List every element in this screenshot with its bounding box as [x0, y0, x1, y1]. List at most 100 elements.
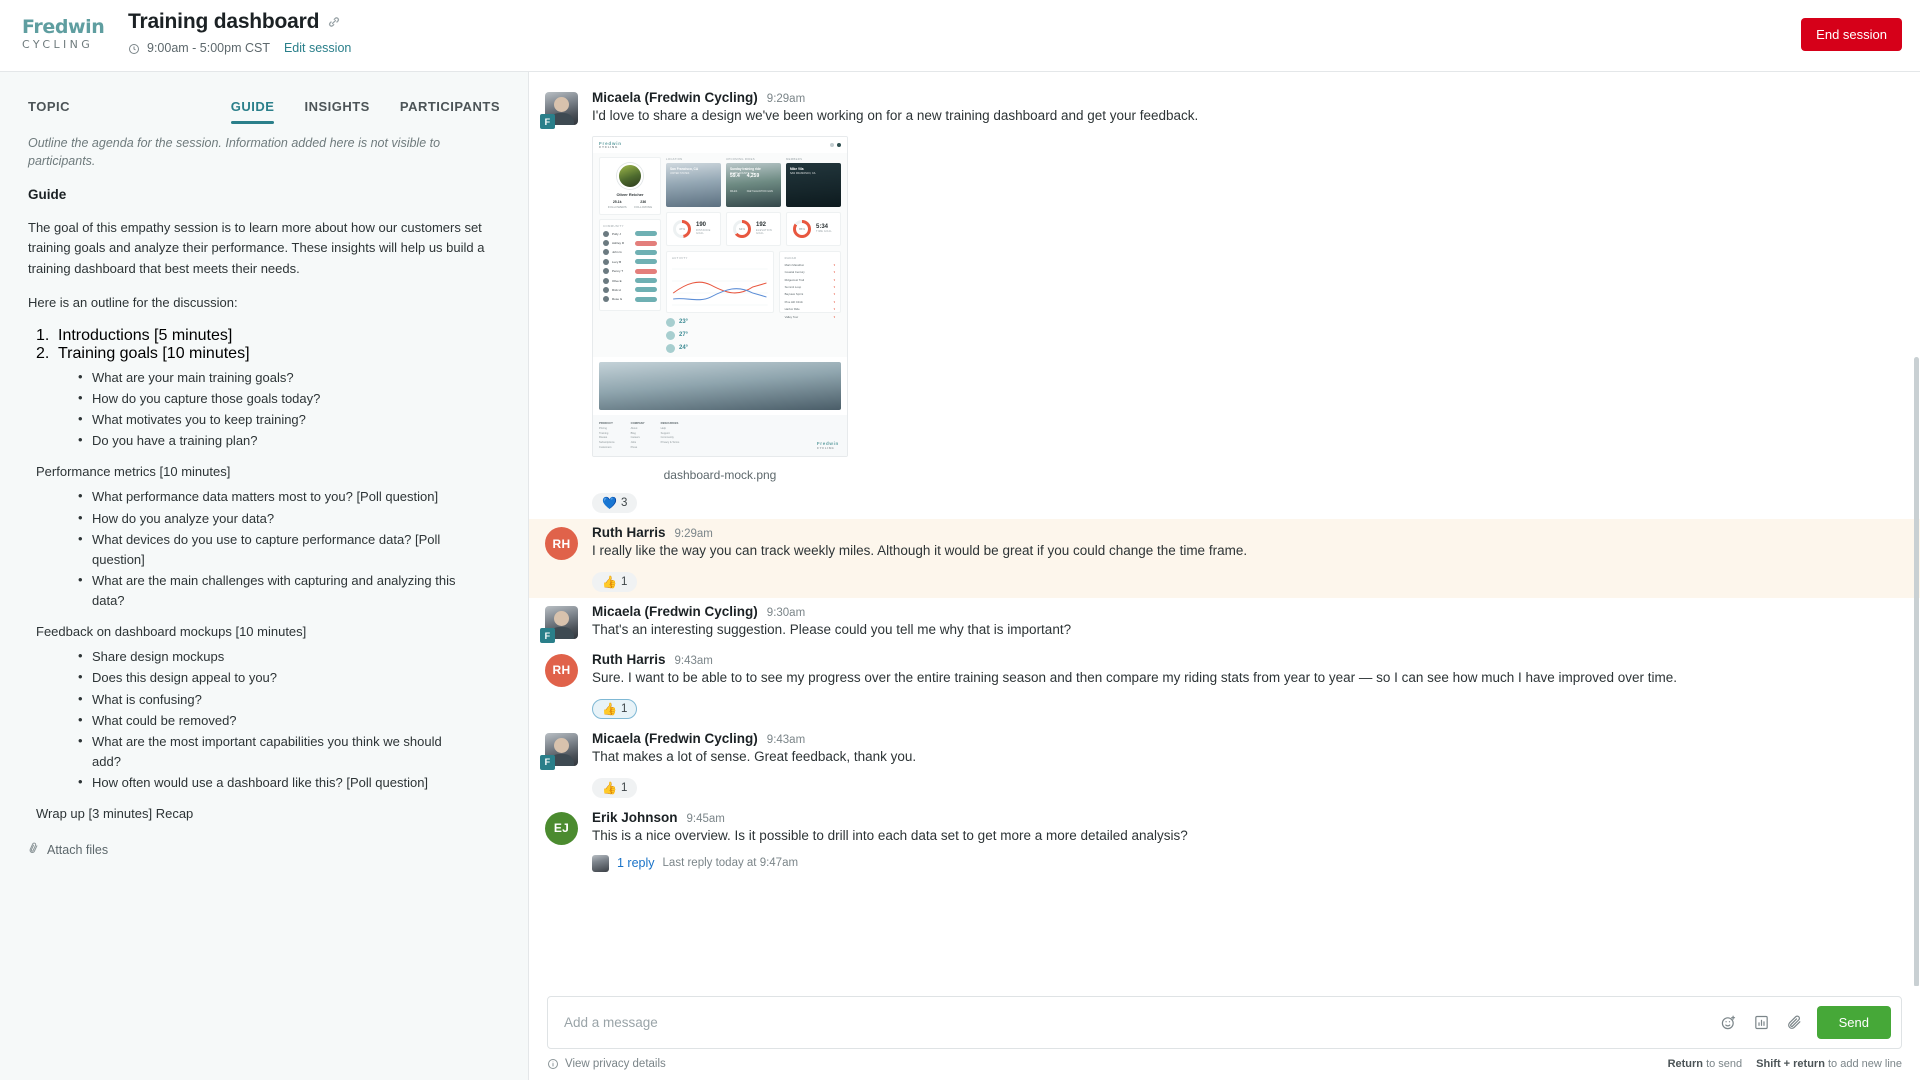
poll-icon[interactable]: [1753, 1014, 1770, 1031]
guide-item: Wrap up [3 minutes] Recap: [36, 803, 500, 824]
privacy-details-link[interactable]: View privacy details: [547, 1058, 666, 1070]
guide-item-number: 2.: [36, 344, 50, 362]
dashboard-mockup-image[interactable]: Fredwin CYCLING Oliver Reicher 25.1k FOL…: [592, 135, 848, 458]
tab-insights[interactable]: INSIGHTS: [304, 99, 369, 124]
message-input[interactable]: [564, 1015, 1720, 1030]
guide-hint: Outline the agenda for the session. Info…: [28, 136, 441, 169]
attach-files-label: Attach files: [47, 842, 109, 857]
guide-subitems: Share design mockups Does this design ap…: [78, 646, 500, 793]
mockup-search-icon: [830, 142, 834, 147]
message-timestamp: 9:45am: [686, 812, 725, 825]
brand-logo-secondary: CYCLING: [22, 38, 94, 51]
emoji-add-icon[interactable]: [1720, 1014, 1737, 1031]
page-title: Training dashboard: [128, 10, 320, 33]
guide-item-label: Feedback on dashboard mockups [10 minute…: [36, 624, 307, 640]
message-author: Micaela (Fredwin Cycling): [592, 604, 758, 620]
avatar-initials: RH: [552, 536, 571, 551]
message-timestamp: 9:43am: [674, 654, 713, 667]
privacy-details-label: View privacy details: [565, 1058, 666, 1070]
message-reactions: 👍 1: [592, 572, 1894, 593]
reaction-count: 1: [620, 781, 628, 794]
thread-last-reply: Last reply today at 9:47am: [662, 857, 799, 870]
tab-topic[interactable]: TOPIC: [28, 99, 70, 124]
sidebar-tabs: TOPIC GUIDE INSIGHTS PARTICIPANTS: [0, 72, 528, 124]
mockup-stat-label: FOLLOWING: [634, 205, 653, 210]
list-item: What are your main training goals?: [78, 367, 463, 388]
avatar: EJ: [545, 811, 578, 845]
avatar-initials: EJ: [553, 821, 570, 836]
clock-icon: [128, 42, 140, 54]
paperclip-icon: [26, 841, 42, 859]
keyboard-hints: Return to send Shift + return to add new…: [1668, 1058, 1902, 1070]
avatar-company-badge: F: [540, 754, 555, 770]
guide-outline: 1. Introductions [5 minutes] 2. Training g…: [36, 327, 500, 825]
message-composer: Send View privacy details Return to send…: [529, 986, 1920, 1080]
list-item: Share design mockups: [78, 646, 463, 667]
reaction-chip[interactable]: 💙 3: [592, 493, 638, 514]
message-list: F Micaela (Fredwin Cycling) 9:29am I'd l…: [529, 72, 1920, 972]
hint-shift-key: Shift + return: [1756, 1058, 1825, 1070]
attach-files-button[interactable]: Attach files: [28, 842, 500, 857]
session-time: 9:00am - 5:00pm CST: [147, 41, 270, 55]
guide-intro: The goal of this empathy session is to l…: [28, 220, 485, 276]
thread-reply-link[interactable]: 1 reply: [617, 856, 655, 870]
avatar-initials: RH: [552, 663, 571, 678]
sidebar-panel: TOPIC GUIDE INSIGHTS PARTICIPANTS Outlin…: [0, 72, 529, 1080]
mockup-profile-name: Oliver Reicher: [616, 191, 644, 197]
thread-summary[interactable]: 1 reply Last reply today at 9:47am: [592, 854, 1894, 872]
reaction-chip[interactable]: 👍 1: [592, 698, 638, 719]
guide-item: Feedback on dashboard mockups [10 minute…: [36, 621, 500, 642]
thumbs-up-icon: 👍: [602, 575, 617, 590]
message-timestamp: 9:29am: [766, 93, 806, 105]
info-icon: [548, 1059, 558, 1069]
guide-item-label: Wrap up [3 minutes] Recap: [36, 806, 194, 822]
attachment-icon[interactable]: [1786, 1014, 1803, 1031]
reaction-chip[interactable]: 👍 1: [592, 572, 638, 593]
guide-item: 1. Introductions [5 minutes]: [36, 327, 500, 345]
guide-subitems: What are your main training goals? How d…: [78, 367, 500, 452]
message-text: That's an interesting suggestion. Please…: [592, 622, 1072, 638]
message-text: That makes a lot of sense. Great feedbac…: [592, 748, 917, 764]
message-reactions: 💙 3: [592, 493, 1894, 514]
mockup-avatar-icon: [837, 142, 841, 147]
avatar-company-badge: F: [540, 628, 555, 644]
list-item: What could be removed?: [78, 710, 463, 731]
mockup-stat-label: FOLLOWERS: [607, 205, 627, 210]
tab-participants[interactable]: PARTICIPANTS: [400, 99, 500, 124]
reaction-count: 1: [620, 702, 628, 715]
message-author: Ruth Harris: [592, 525, 666, 541]
message-author: Micaela (Fredwin Cycling): [592, 730, 758, 746]
list-item: What motivates you to keep training?: [78, 409, 463, 430]
edit-session-link[interactable]: Edit session: [284, 41, 351, 55]
brand-logo: Fredwin CYCLING: [22, 18, 105, 51]
avatar-company-badge: F: [540, 114, 555, 129]
tab-guide[interactable]: GUIDE: [230, 99, 275, 124]
thumbs-up-icon: 👍: [602, 780, 617, 795]
list-item: What is confusing?: [78, 689, 463, 710]
send-button[interactable]: Send: [1816, 1006, 1891, 1039]
chat-scrollbar[interactable]: [1914, 357, 1919, 987]
avatar: F: [540, 732, 578, 770]
reaction-chip[interactable]: 👍 1: [592, 777, 638, 798]
list-item: What devices do you use to capture perfo…: [78, 529, 463, 570]
message-author: Micaela (Fredwin Cycling): [592, 90, 758, 105]
link-icon[interactable]: [327, 15, 341, 32]
end-session-button[interactable]: End session: [1801, 18, 1902, 51]
chat-message: RH Ruth Harris 9:29am I really like the …: [529, 519, 1920, 599]
hint-shift-text: to add new line: [1828, 1058, 1902, 1070]
message-reactions: 👍 1: [592, 698, 1894, 719]
guide-item-number: 1.: [36, 326, 50, 344]
chat-message: EJ Erik Johnson 9:45am This is a nice ov…: [529, 804, 1920, 878]
chat-message: F Micaela (Fredwin Cycling) 9:30am That'…: [529, 598, 1920, 646]
avatar: F: [540, 606, 578, 644]
guide-item-label: Performance metrics [10 minutes]: [36, 464, 231, 480]
guide-item-label: Introductions [5 minutes]: [58, 326, 233, 344]
thread-participant-avatar: [592, 854, 609, 872]
chat-panel: F Micaela (Fredwin Cycling) 9:29am I'd l…: [529, 72, 1920, 1080]
list-item: Does this design appeal to you?: [78, 667, 463, 688]
list-item: Do you have a training plan?: [78, 430, 463, 451]
message-text: I'd love to share a design we've been wo…: [592, 108, 1199, 123]
message-attachment[interactable]: Fredwin CYCLING Oliver Reicher 25.1k FOL…: [592, 135, 1894, 482]
app-header: Fredwin CYCLING Training dashboard 9:00a…: [0, 0, 1920, 72]
message-text: I really like the way you can track week…: [592, 543, 1248, 559]
